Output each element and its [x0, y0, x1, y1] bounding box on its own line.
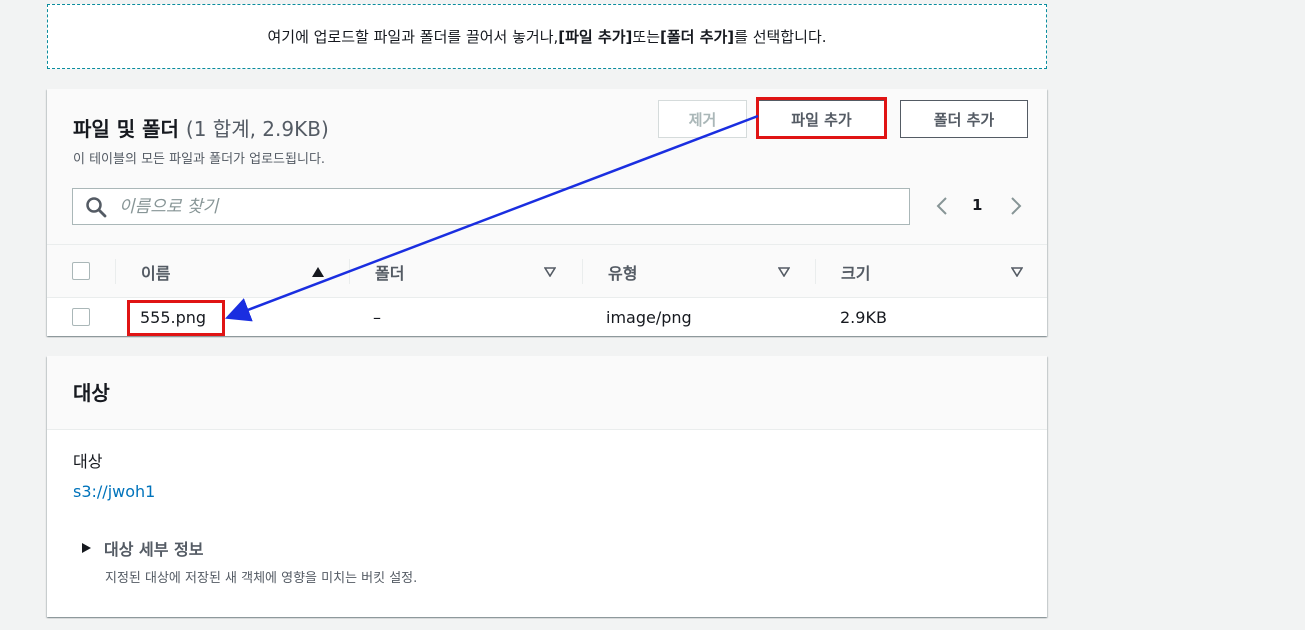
dropzone-text-suffix: 를 선택합니다. [734, 28, 827, 46]
destination-details-expander[interactable]: 대상 세부 정보 [80, 536, 203, 560]
destination-bucket-link[interactable]: s3://jwoh1 [73, 482, 155, 501]
files-and-folders-panel: 파일 및 폴더 (1 합계, 2.9KB) 이 테이블의 모든 파일과 폴더가 … [47, 89, 1047, 336]
destination-label: 대상 [73, 452, 103, 471]
select-all-checkbox[interactable] [72, 262, 90, 280]
destination-details-description: 지정된 대상에 저장된 새 객체에 영향을 미치는 버킷 설정. [105, 571, 418, 586]
column-separator [815, 259, 816, 284]
upload-dropzone[interactable]: 여기에 업로드할 파일과 폴더를 끌어서 놓거나, [파일 추가] 또는 [폴더… [47, 4, 1047, 69]
files-panel-header: 파일 및 폴더 (1 합계, 2.9KB) 이 테이블의 모든 파일과 폴더가 … [47, 89, 1047, 244]
column-header-name-label: 이름 [141, 263, 171, 283]
column-header-folder-label: 폴더 [375, 263, 405, 283]
destination-panel-title: 대상 [73, 381, 110, 405]
search-input[interactable] [119, 196, 819, 217]
type-cell: image/png [606, 307, 692, 327]
files-panel-title: 파일 및 폴더 (1 합계, 2.9KB) [73, 113, 329, 142]
dropzone-text-prefix: 여기에 업로드할 파일과 폴더를 끌어서 놓거나, [267, 28, 559, 46]
row-select-checkbox[interactable] [72, 308, 90, 326]
column-header-size[interactable]: 크기 [841, 245, 991, 298]
dropzone-add-folder-text: [폴더 추가] [660, 28, 735, 46]
chevron-right-icon[interactable] [1009, 195, 1023, 217]
dropzone-text-or: 또는 [632, 28, 661, 46]
column-header-type-label: 유형 [608, 263, 638, 283]
sort-ascending-icon[interactable] [311, 266, 325, 278]
search-icon [86, 196, 107, 217]
column-header-size-label: 크기 [841, 263, 871, 283]
files-count: (1 합계, 2.9KB) [185, 117, 329, 141]
size-cell: 2.9KB [840, 307, 887, 327]
dropzone-add-files-text: [파일 추가] [558, 28, 633, 46]
column-separator [582, 259, 583, 284]
destination-details-title: 대상 세부 정보 [104, 540, 204, 559]
column-separator [349, 259, 350, 284]
sort-unsorted-icon[interactable] [778, 267, 790, 277]
destination-panel: 대상 대상 s3://jwoh1 대상 세부 정보 지정된 대상에 저장된 새 … [47, 356, 1047, 617]
current-page-number[interactable]: 1 [972, 196, 982, 214]
file-name-highlight-box [127, 300, 225, 336]
column-separator [115, 259, 116, 284]
add-folder-button[interactable]: 폴더 추가 [900, 100, 1028, 138]
files-panel-title-text: 파일 및 폴더 [73, 117, 179, 141]
caret-right-icon [82, 543, 91, 553]
destination-panel-header: 대상 [47, 356, 1047, 430]
add-files-highlight-box [756, 97, 887, 139]
search-box[interactable] [72, 188, 910, 225]
chevron-left-icon[interactable] [935, 195, 949, 217]
sort-unsorted-icon[interactable] [1011, 267, 1023, 277]
table-header: 이름 폴더 유형 크기 [47, 244, 1047, 298]
remove-button[interactable]: 제거 [658, 100, 747, 138]
sort-unsorted-icon[interactable] [544, 267, 556, 277]
files-panel-description: 이 테이블의 모든 파일과 폴더가 업로드됩니다. [73, 152, 326, 167]
folder-cell: – [373, 307, 381, 327]
